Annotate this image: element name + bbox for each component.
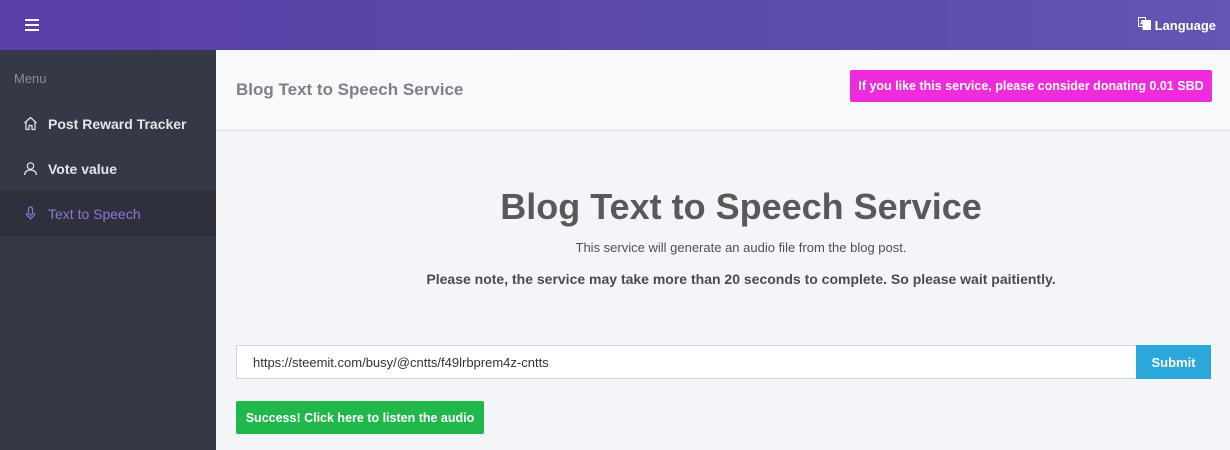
microphone-icon: [22, 206, 38, 222]
hero-note: Please note, the service may take more t…: [426, 271, 1056, 287]
language-label: Language: [1154, 17, 1216, 33]
sidebar-item-label: Text to Speech: [48, 205, 141, 222]
submit-button[interactable]: Submit: [1136, 345, 1211, 379]
home-icon: [22, 116, 38, 132]
language-selector[interactable]: A Language: [1137, 15, 1216, 35]
donate-button[interactable]: If you like this service, please conside…: [850, 70, 1212, 102]
sidebar-item-vote-value[interactable]: Vote value: [0, 146, 216, 191]
page-header: Blog Text to Speech Service If you like …: [216, 50, 1230, 131]
listen-audio-button[interactable]: Success! Click here to listen the audio: [236, 401, 484, 434]
sidebar-item-label: Post Reward Tracker: [48, 115, 187, 132]
page-title: Blog Text to Speech Service: [236, 80, 464, 99]
sidebar-item-label: Vote value: [48, 160, 117, 177]
hero-subtitle: This service will generate an audio file…: [575, 240, 907, 255]
top-bar: A Language: [0, 0, 1230, 50]
sidebar-item-text-to-speech[interactable]: Text to Speech: [0, 191, 216, 236]
url-input[interactable]: [236, 345, 1137, 379]
translate-icon: A: [1137, 17, 1151, 33]
hamburger-icon[interactable]: [22, 15, 42, 35]
sidebar: Menu Post Reward Tracker Vote value Text…: [0, 50, 216, 450]
sidebar-item-post-reward-tracker[interactable]: Post Reward Tracker: [0, 101, 216, 146]
user-icon: [22, 161, 38, 177]
hero-title: Blog Text to Speech Service: [500, 186, 982, 227]
svg-text:A: A: [1140, 20, 1145, 27]
menu-title: Menu: [14, 71, 47, 86]
